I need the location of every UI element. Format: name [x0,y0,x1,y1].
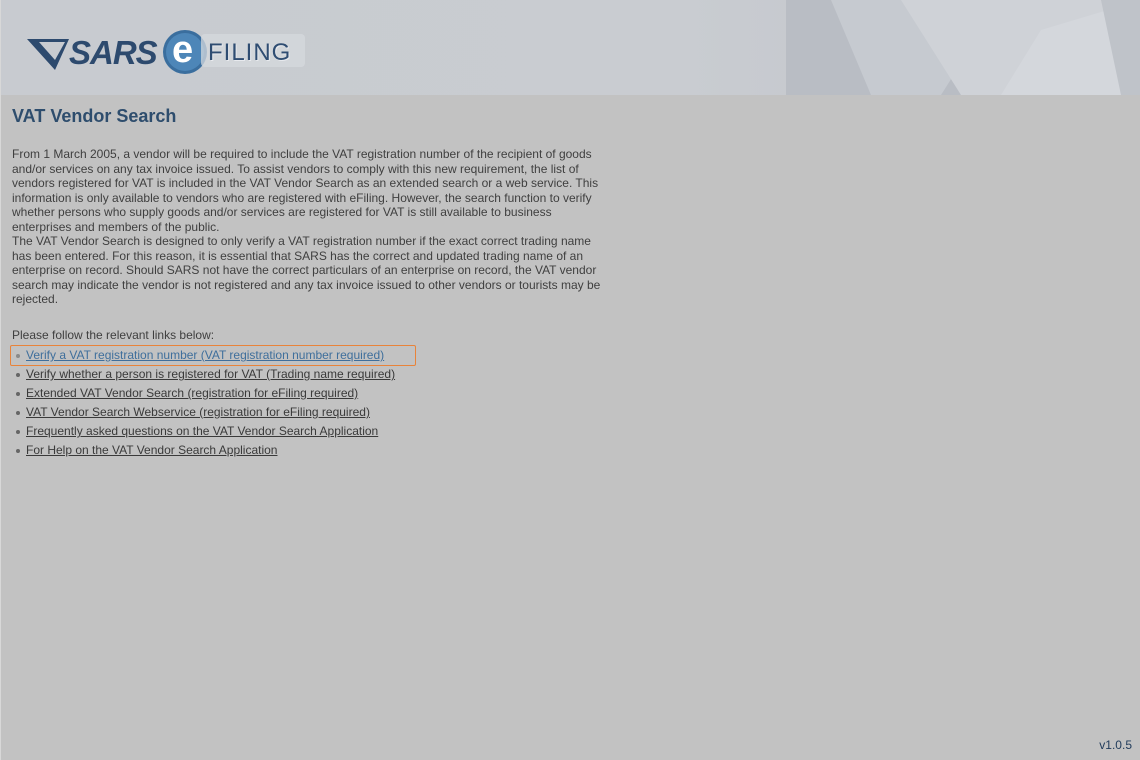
link-verify-person-registered[interactable]: Verify whether a person is registered fo… [26,367,395,381]
list-item: Extended VAT Vendor Search (registration… [12,384,395,403]
list-item: Verify whether a person is registered fo… [12,365,395,384]
page: SARS e FILING VAT Vendor Search From 1 M… [0,0,1140,760]
intro-paragraph-1: From 1 March 2005, a vendor will be requ… [12,147,599,234]
page-title: VAT Vendor Search [12,106,177,126]
link-help[interactable]: For Help on the VAT Vendor Search Applic… [26,443,277,457]
bullet-icon [16,411,20,415]
link-faq[interactable]: Frequently asked questions on the VAT Ve… [26,424,378,438]
list-item: Frequently asked questions on the VAT Ve… [12,422,395,441]
sars-efiling-logo[interactable]: SARS e FILING [25,28,315,78]
list-item: For Help on the VAT Vendor Search Applic… [12,441,395,460]
links-list: Verify a VAT registration number (VAT re… [12,346,395,460]
link-webservice[interactable]: VAT Vendor Search Webservice (registrati… [26,405,370,419]
link-extended-search[interactable]: Extended VAT Vendor Search (registration… [26,386,358,400]
bullet-icon [16,354,20,358]
version-label: v1.0.5 [1099,738,1132,752]
list-item: Verify a VAT registration number (VAT re… [12,346,395,365]
bullet-icon [16,392,20,396]
link-verify-vat-number[interactable]: Verify a VAT registration number (VAT re… [26,348,384,362]
logo-filing-text: FILING [208,39,292,66]
bullet-icon [16,430,20,434]
intro-paragraph-2: The VAT Vendor Search is designed to onl… [12,234,601,306]
bullet-icon [16,449,20,453]
follow-links-label: Please follow the relevant links below: [12,328,215,342]
intro-text: From 1 March 2005, a vendor will be requ… [12,147,607,307]
header-banner: SARS e FILING [1,0,1140,95]
logo-e-letter: e [172,29,194,71]
bullet-icon [16,373,20,377]
logo-sars-text: SARS [69,34,158,71]
list-item: VAT Vendor Search Webservice (registrati… [12,403,395,422]
